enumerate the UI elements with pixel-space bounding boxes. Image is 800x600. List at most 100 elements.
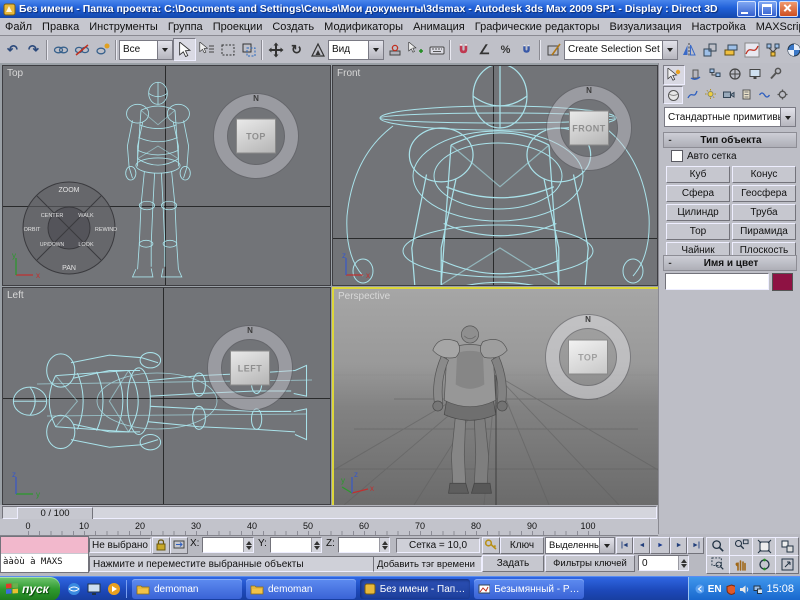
menu-animation[interactable]: Анимация — [408, 20, 470, 34]
keyboard-shortcut-override-icon[interactable] — [426, 39, 447, 60]
button-cone[interactable]: Конус — [732, 166, 796, 183]
collapse-icon[interactable]: - — [664, 135, 676, 146]
viewport-label-front[interactable]: Front — [337, 68, 360, 79]
set-key-icon[interactable] — [482, 537, 500, 554]
viewcube[interactable]: N TOP — [214, 94, 298, 178]
spinner-icon[interactable] — [311, 538, 321, 552]
quicklaunch-desktop-icon[interactable] — [86, 581, 102, 597]
button-cylinder[interactable]: Цилиндр — [666, 204, 730, 221]
button-torus[interactable]: Тор — [666, 223, 730, 240]
angle-snap-icon[interactable]: ∠ — [474, 39, 495, 60]
tab-motion[interactable] — [725, 65, 745, 83]
set-key-button[interactable]: Задать — [482, 555, 544, 572]
reference-coordinate-combo[interactable]: Вид — [328, 40, 384, 60]
undo-icon[interactable]: ↶ — [2, 39, 23, 60]
zoom-extents-icon[interactable] — [752, 537, 776, 556]
chevron-down-icon[interactable] — [662, 41, 677, 59]
go-to-end-button[interactable]: ►| — [687, 537, 704, 554]
viewcube[interactable]: N TOP — [546, 315, 630, 399]
key-filter-selection-combo[interactable]: Выделенные — [545, 537, 615, 554]
add-time-tag[interactable]: Добавить тэг времени — [373, 556, 482, 572]
menu-customize[interactable]: Настройка — [687, 20, 751, 34]
zoom-all-icon[interactable] — [729, 537, 753, 556]
unlink-icon[interactable] — [71, 39, 92, 60]
category-lights-icon[interactable] — [701, 86, 719, 102]
model-wireframe-top[interactable] — [103, 78, 213, 282]
button-box[interactable]: Куб — [666, 166, 730, 183]
select-and-rotate-icon[interactable]: ↻ — [286, 39, 307, 60]
select-and-move-icon[interactable] — [265, 39, 286, 60]
menu-tools[interactable]: Инструменты — [84, 20, 163, 34]
category-cameras-icon[interactable] — [719, 86, 737, 102]
selection-filter-combo[interactable]: Все — [119, 40, 173, 60]
chevron-down-icon[interactable] — [599, 538, 614, 553]
viewcube-face[interactable]: TOP — [568, 340, 608, 375]
object-category-combo[interactable]: Стандартные примитивы — [664, 107, 796, 127]
tray-chevron-icon[interactable] — [695, 584, 704, 594]
taskbar-item-demoman-2[interactable]: demoman — [246, 579, 356, 599]
edit-named-selection-sets-icon[interactable] — [543, 39, 564, 60]
button-geosphere[interactable]: Геосфера — [732, 185, 796, 202]
next-frame-button[interactable]: ► — [670, 537, 687, 554]
viewcube-face[interactable]: TOP — [236, 119, 276, 154]
spinner-icon[interactable] — [243, 538, 253, 552]
select-and-manipulate-icon[interactable] — [405, 39, 426, 60]
menu-edit[interactable]: Правка — [37, 20, 84, 34]
previous-frame-button[interactable]: ◄ — [633, 537, 650, 554]
start-button[interactable]: пуск — [0, 577, 60, 600]
maximize-button[interactable] — [758, 1, 777, 17]
minimize-button[interactable] — [737, 1, 756, 17]
category-helpers-icon[interactable] — [737, 86, 755, 102]
taskbar-item-paint[interactable]: Безымянный - Paint — [474, 579, 584, 599]
track-bar[interactable]: 0 10 20 30 40 50 60 70 80 90 100 — [0, 519, 658, 536]
maximize-viewport-toggle-icon[interactable] — [775, 555, 799, 574]
button-tube[interactable]: Труба — [732, 204, 796, 221]
tab-display[interactable] — [745, 65, 765, 83]
chevron-down-icon[interactable] — [780, 108, 795, 126]
layer-manager-icon[interactable] — [720, 39, 741, 60]
tray-shield-icon[interactable] — [726, 584, 736, 595]
orbit-icon[interactable] — [752, 555, 776, 574]
tray-network-icon[interactable] — [753, 584, 763, 595]
percent-snap-icon[interactable]: % — [495, 39, 516, 60]
x-coordinate-field[interactable] — [202, 537, 254, 553]
viewport-top[interactable]: ZOOM CENTER WALK REWIND ORBIT LOOK UP/DO… — [2, 65, 331, 286]
collapse-icon[interactable]: - — [664, 258, 676, 269]
bind-to-spacewarp-icon[interactable] — [92, 39, 113, 60]
chevron-down-icon[interactable] — [368, 41, 383, 59]
zoom-icon[interactable] — [706, 537, 730, 556]
viewport-perspective[interactable]: N TOP x y z Perspective — [332, 287, 660, 507]
close-button[interactable] — [779, 1, 798, 17]
viewcube-face[interactable]: FRONT — [569, 111, 609, 146]
macro-recorder-pane[interactable] — [1, 537, 88, 554]
rectangular-selection-region-icon[interactable] — [217, 39, 238, 60]
quicklaunch-player-icon[interactable] — [106, 581, 122, 597]
taskbar-item-demoman-1[interactable]: demoman — [132, 579, 242, 599]
category-systems-icon[interactable] — [773, 86, 791, 102]
time-slider-track[interactable]: 0 / 100 — [2, 506, 657, 519]
menu-group[interactable]: Группа — [163, 20, 208, 34]
menu-file[interactable]: Файл — [0, 20, 37, 34]
menu-maxscript[interactable]: MAXScript — [751, 20, 800, 34]
taskbar-item-3dsmax[interactable]: Без имени - Папк... — [360, 579, 470, 599]
align-icon[interactable] — [699, 39, 720, 60]
button-pyramid[interactable]: Пирамида — [732, 223, 796, 240]
viewport-label-left[interactable]: Left — [7, 290, 24, 301]
link-icon[interactable] — [50, 39, 71, 60]
snap-toggle-3d-icon[interactable] — [453, 39, 474, 60]
menu-graph-editors[interactable]: Графические редакторы — [470, 20, 605, 34]
auto-key-button[interactable]: Ключ — [500, 537, 544, 554]
autogrid-checkbox[interactable] — [671, 150, 683, 162]
menu-modifiers[interactable]: Модификаторы — [319, 20, 408, 34]
button-sphere[interactable]: Сфера — [666, 185, 730, 202]
mirror-icon[interactable] — [678, 39, 699, 60]
viewport-label-perspective[interactable]: Perspective — [338, 291, 390, 302]
go-to-start-button[interactable]: |◄ — [616, 537, 633, 554]
maxscript-mini-listener[interactable]: ààòù à MAXS — [0, 536, 89, 573]
current-frame-field[interactable]: 0 — [638, 555, 689, 571]
model-shaded-perspective[interactable] — [418, 313, 522, 499]
spinner-snap-icon[interactable] — [516, 39, 537, 60]
object-name-input[interactable] — [665, 273, 769, 290]
rollout-name-color[interactable]: - Имя и цвет — [663, 255, 797, 271]
spinner-icon[interactable] — [379, 538, 389, 552]
